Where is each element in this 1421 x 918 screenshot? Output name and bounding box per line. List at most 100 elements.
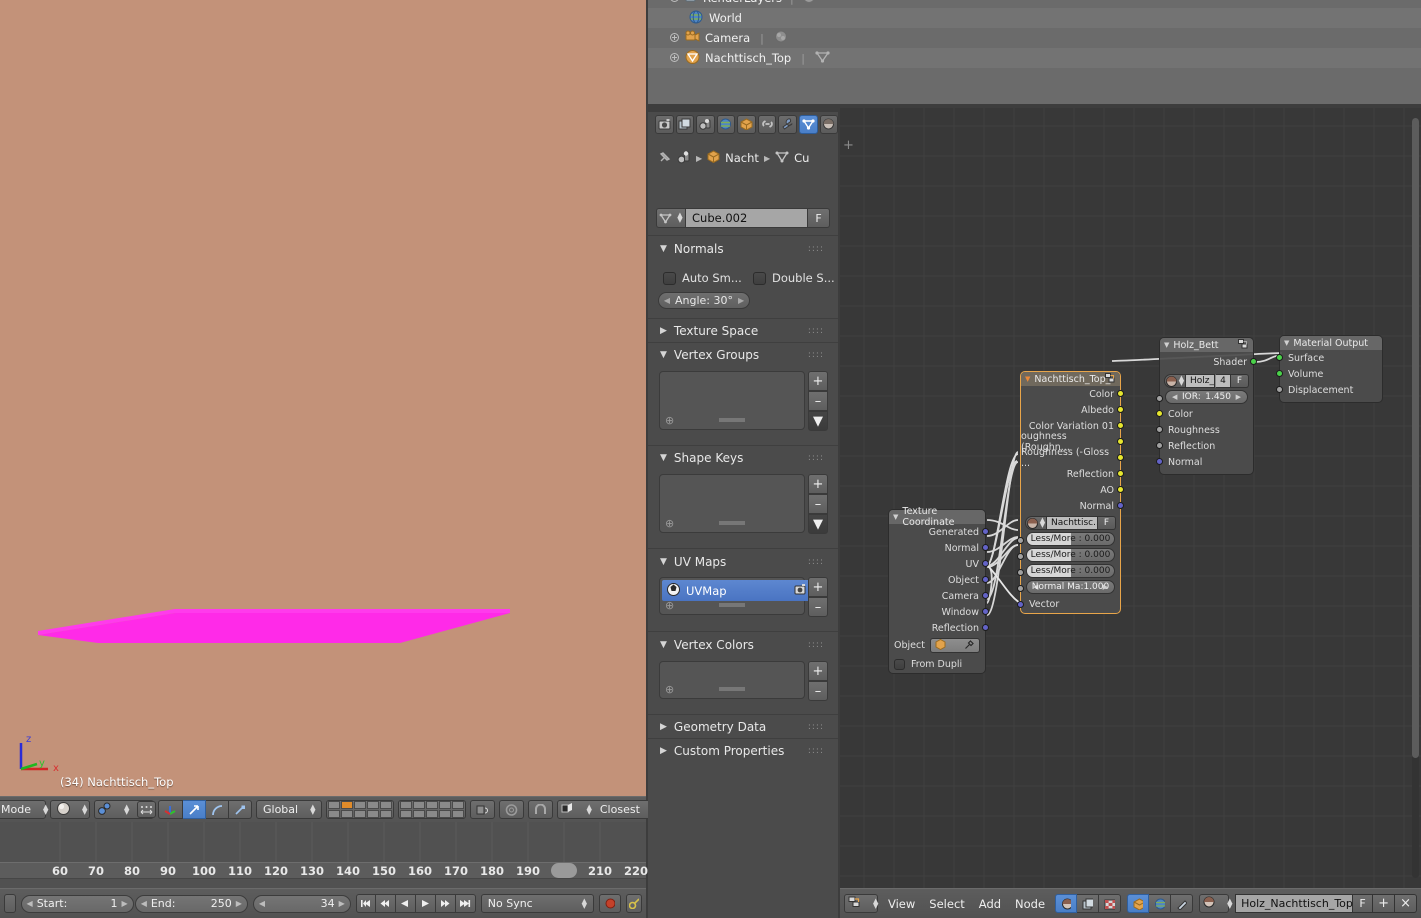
outliner-row-camera[interactable]: Camera | xyxy=(648,28,1421,48)
socket-roughness-a[interactable] xyxy=(1117,438,1124,445)
panel-header-geometry-data[interactable]: ▶ Geometry Data :::: xyxy=(648,716,838,738)
manipulator-scale-icon[interactable] xyxy=(229,800,252,819)
cube-icon[interactable] xyxy=(1127,894,1150,913)
material-tab[interactable] xyxy=(819,114,839,134)
triangle-down-icon[interactable]: ▼ xyxy=(1284,339,1289,347)
prev-keyframe-icon[interactable] xyxy=(375,894,396,913)
node-header[interactable]: ▼ Holz_Bett xyxy=(1160,338,1253,352)
chevron-updown-icon[interactable]: ▲ ▼ xyxy=(1179,375,1184,387)
node-nachttisch-top-group[interactable]: ▼ Nachttisch_Top_ Color Albedo Color Var… xyxy=(1017,371,1124,614)
node-editor[interactable]: + ▼ Texture Coordinate Generated Normal … xyxy=(840,108,1421,918)
socket-uv[interactable] xyxy=(982,560,989,567)
chevron-right-icon[interactable]: ▶ xyxy=(1236,393,1241,401)
material-slot-icon-dropdown[interactable]: ▲ ▼ xyxy=(1199,894,1232,913)
panel-header-normals[interactable]: ▼ Normals :::: xyxy=(648,238,838,260)
node-output-color[interactable]: Color xyxy=(1021,386,1124,402)
remove-uv-map-button[interactable]: – xyxy=(808,597,828,617)
play-icon[interactable] xyxy=(415,894,436,913)
layer-cell[interactable] xyxy=(328,801,341,809)
layer-cell[interactable] xyxy=(380,801,393,809)
mesh-data-icon[interactable]: ▲ ▼ xyxy=(656,208,686,228)
new-material-button[interactable]: + xyxy=(1373,894,1396,913)
unlink-material-button[interactable]: × xyxy=(1395,894,1418,913)
node-output-window[interactable]: Window xyxy=(889,604,989,620)
list-resize-grip[interactable] xyxy=(660,516,804,530)
socket-ao[interactable] xyxy=(1117,486,1124,493)
vertex-colors-buttons[interactable]: + – xyxy=(808,661,828,701)
layer-cell[interactable] xyxy=(426,801,439,809)
panel-header-uv-maps[interactable]: ▼ UV Maps :::: xyxy=(648,551,838,573)
node-input-reflection[interactable]: Reflection xyxy=(1156,438,1253,454)
add-vertex-group-button[interactable]: + xyxy=(808,371,828,391)
world-tab[interactable] xyxy=(716,114,736,134)
node-texture-coordinate[interactable]: ▼ Texture Coordinate Generated Normal UV… xyxy=(888,506,989,674)
remove-vertex-color-button[interactable]: – xyxy=(808,681,828,701)
vertex-group-menu-button[interactable]: ▼ xyxy=(808,411,828,431)
layer-cell[interactable] xyxy=(413,801,426,809)
group-datablock-field[interactable]: ▲▼ Holz_B 4 F xyxy=(1164,374,1249,388)
node-output-albedo[interactable]: Albedo xyxy=(1021,402,1124,418)
socket-displacement[interactable] xyxy=(1276,386,1283,393)
properties-tab-bar[interactable] xyxy=(648,112,839,136)
uv-maps-list[interactable]: UVMap ⊕ xyxy=(659,577,812,615)
viewport-header[interactable]: Mode▲▼ ▲▼ ▲▼ Global▲▼ ▲▼ Closest ▲▼ xyxy=(0,796,740,822)
socket-reflection[interactable] xyxy=(982,624,989,631)
transport-controls[interactable] xyxy=(355,894,476,913)
ior-field[interactable]: ◀ IOR: 1.450 ▶ xyxy=(1165,390,1248,404)
shape-keys-list[interactable]: ⊕ xyxy=(659,474,805,533)
layer-cell[interactable] xyxy=(452,810,465,818)
node-header[interactable]: ▼ Nachttisch_Top_ xyxy=(1021,372,1120,386)
socket-normal[interactable] xyxy=(982,544,989,551)
modifiers-tab[interactable] xyxy=(778,114,797,134)
node-group-icon[interactable] xyxy=(1238,338,1249,352)
layer-cell[interactable] xyxy=(439,810,452,818)
current-frame-field[interactable]: ◀ 34 ▶ xyxy=(252,894,351,913)
node-output-roughness-gloss[interactable]: Roughness (-Gloss ... xyxy=(1021,447,1124,469)
panel-header-shape-keys[interactable]: ▼ Shape Keys :::: xyxy=(648,447,838,469)
panel-header-custom-properties[interactable]: ▶ Custom Properties :::: xyxy=(648,740,838,762)
layer-cell[interactable] xyxy=(367,810,380,818)
checker-icon[interactable] xyxy=(1099,894,1122,913)
render-preview-icon[interactable] xyxy=(499,800,525,819)
chevron-right-icon[interactable]: ▶ xyxy=(738,296,744,305)
node-output-normal[interactable]: Normal xyxy=(889,540,989,556)
checkbox-icon[interactable] xyxy=(663,271,676,285)
panel-header-vertex-colors[interactable]: ▼ Vertex Colors :::: xyxy=(648,634,838,656)
layer-cell[interactable] xyxy=(426,810,439,818)
layer-cell[interactable] xyxy=(452,801,465,809)
shader-context-toggles[interactable] xyxy=(1055,894,1122,913)
material-name-field[interactable]: Holz_Nachttisch_Top xyxy=(1235,894,1354,913)
double-sided-toggle[interactable]: Double S... xyxy=(753,271,835,285)
socket-roughness[interactable] xyxy=(1156,426,1163,433)
uv-maps-buttons[interactable]: + – xyxy=(808,577,828,617)
next-keyframe-icon[interactable] xyxy=(435,894,456,913)
breadcrumb-object-label[interactable]: Cu xyxy=(794,151,809,165)
chevron-updown-icon[interactable]: ▲ ▼ xyxy=(1040,517,1045,529)
lock-object-icon[interactable] xyxy=(470,800,496,819)
socket-color[interactable] xyxy=(1117,390,1124,397)
manipulator-toggle-icon[interactable] xyxy=(158,800,183,819)
outliner-row-nachttisch-top[interactable]: Nachttisch_Top | xyxy=(648,48,1421,68)
chevron-right-icon[interactable]: ▶ xyxy=(122,899,128,908)
render-layers-tab[interactable] xyxy=(675,114,695,134)
node-input-volume[interactable]: Volume xyxy=(1276,366,1382,382)
material-sphere-icon[interactable]: ▲ ▼ xyxy=(1025,516,1047,530)
auto-smooth-angle-field[interactable]: ◀ Angle: 30° ▶ xyxy=(658,292,750,309)
end-frame-field[interactable]: ◀ End: 250 ▶ xyxy=(134,894,248,913)
outliner-editor[interactable]: RenderLayers | World Camera | Nachttisch… xyxy=(648,0,1421,108)
eyedropper-icon[interactable] xyxy=(964,639,975,653)
properties-editor[interactable]: ▶ Nacht ▶ Cu ▲ ▼ Cube.002 F ▼ Normals :::… xyxy=(648,108,839,918)
pin-icon[interactable] xyxy=(658,150,672,167)
render-active-icon[interactable] xyxy=(794,583,808,598)
node-editor-scrollbar-vertical[interactable] xyxy=(1412,118,1419,878)
image-datablock-field[interactable]: ▲ ▼ Nachttisc... F xyxy=(1025,516,1116,530)
slider-less-more-2[interactable]: Less/More : 0.000 xyxy=(1026,548,1115,562)
socket-ior[interactable] xyxy=(1156,395,1163,402)
socket-albedo[interactable] xyxy=(1117,406,1124,413)
panel-header-texture-space[interactable]: ▶ Texture Space :::: xyxy=(648,320,838,342)
shape-keys-buttons[interactable]: + – ▼ xyxy=(808,474,828,534)
menu-view[interactable]: View xyxy=(884,897,919,911)
from-dupli-toggle[interactable]: From Dupli xyxy=(889,655,985,673)
menu-select[interactable]: Select xyxy=(925,897,968,911)
socket-roughness-gloss[interactable] xyxy=(1117,454,1124,461)
